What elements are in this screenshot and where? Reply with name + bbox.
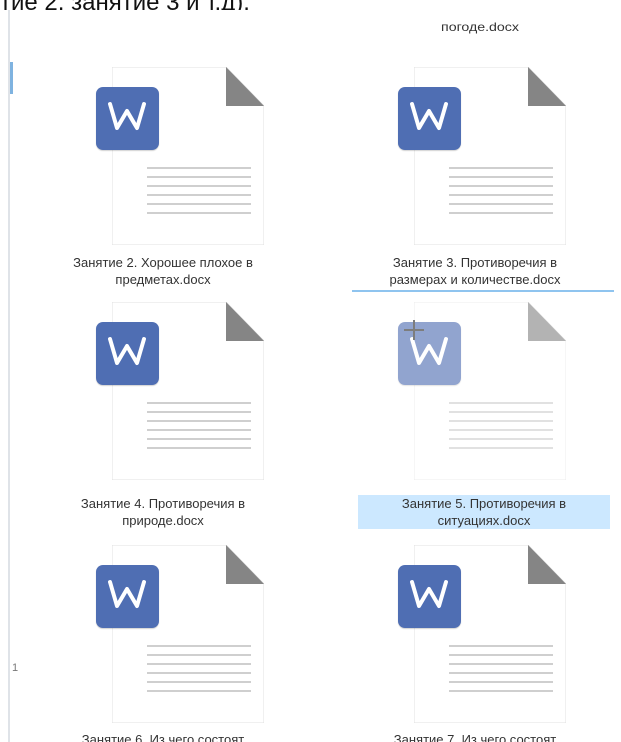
crosshair-cursor-icon [404, 320, 424, 340]
file-name: Занятие 6. Из чего состоят [28, 731, 298, 742]
file-name-line-1: Занятие 4. Противоречия в [80, 496, 246, 511]
document-text-lines [449, 167, 553, 221]
word-document-icon [398, 565, 461, 628]
file-name-line-1: Занятие 2. Хорошее плохое в [73, 255, 253, 270]
document-text-lines [449, 645, 553, 699]
word-document-icon [398, 87, 461, 150]
document-page-icon [398, 67, 566, 245]
document-page-icon [96, 545, 264, 723]
document-page-icon [398, 545, 566, 723]
word-w-icon [410, 337, 448, 365]
word-document-icon [96, 87, 159, 150]
partial-file-name[interactable]: погоде.docx [386, 20, 575, 34]
screenshot-area: тие 2, занятие 3 и т.д). 1 погоде.docx З… [0, 0, 621, 742]
file-explorer-view[interactable]: 1 погоде.docx Занятие 2. Хорошее плохое … [8, 10, 616, 742]
word-w-icon [108, 580, 146, 608]
file-name: Занятие 5. Противоречия в ситуациях.docx [358, 495, 610, 529]
document-text-lines [147, 645, 251, 699]
file-name-line-2: ситуациях.docx [437, 513, 531, 528]
document-text-lines [147, 167, 251, 221]
document-text-lines [449, 402, 553, 456]
file-name-line-2: природе.docx [122, 513, 204, 528]
word-document-icon [96, 565, 159, 628]
file-name-line-1: Занятие 5. Противоречия в [401, 496, 567, 511]
file-name-line-1: Занятие 7. Из чего состоят [393, 732, 557, 742]
word-w-icon [108, 337, 146, 365]
file-name-line-1: Занятие 3. Противоречия в [392, 255, 558, 270]
document-page-icon [96, 302, 264, 480]
file-name: Занятие 2. Хорошее плохое в предметах.do… [28, 254, 298, 288]
word-w-icon [108, 102, 146, 130]
file-name-line-2: размерах и количестве.docx [389, 272, 561, 287]
word-w-icon [410, 580, 448, 608]
file-name: Занятие 7. Из чего состоят [340, 731, 610, 742]
file-name-line-1: Занятие 6. Из чего состоят [81, 732, 245, 742]
hover-underline [352, 290, 614, 292]
file-name-line-2: предметах.docx [115, 272, 211, 287]
left-pane-marker: 1 [12, 662, 19, 674]
word-w-icon [410, 102, 448, 130]
document-page-icon [96, 67, 264, 245]
document-text-lines [147, 402, 251, 456]
navigation-pane-indicator [10, 62, 13, 94]
file-name: Занятие 4. Противоречия в природе.docx [28, 495, 298, 529]
document-page-icon [398, 302, 566, 480]
file-name: Занятие 3. Противоречия в размерах и кол… [340, 254, 610, 288]
word-document-icon [96, 322, 159, 385]
